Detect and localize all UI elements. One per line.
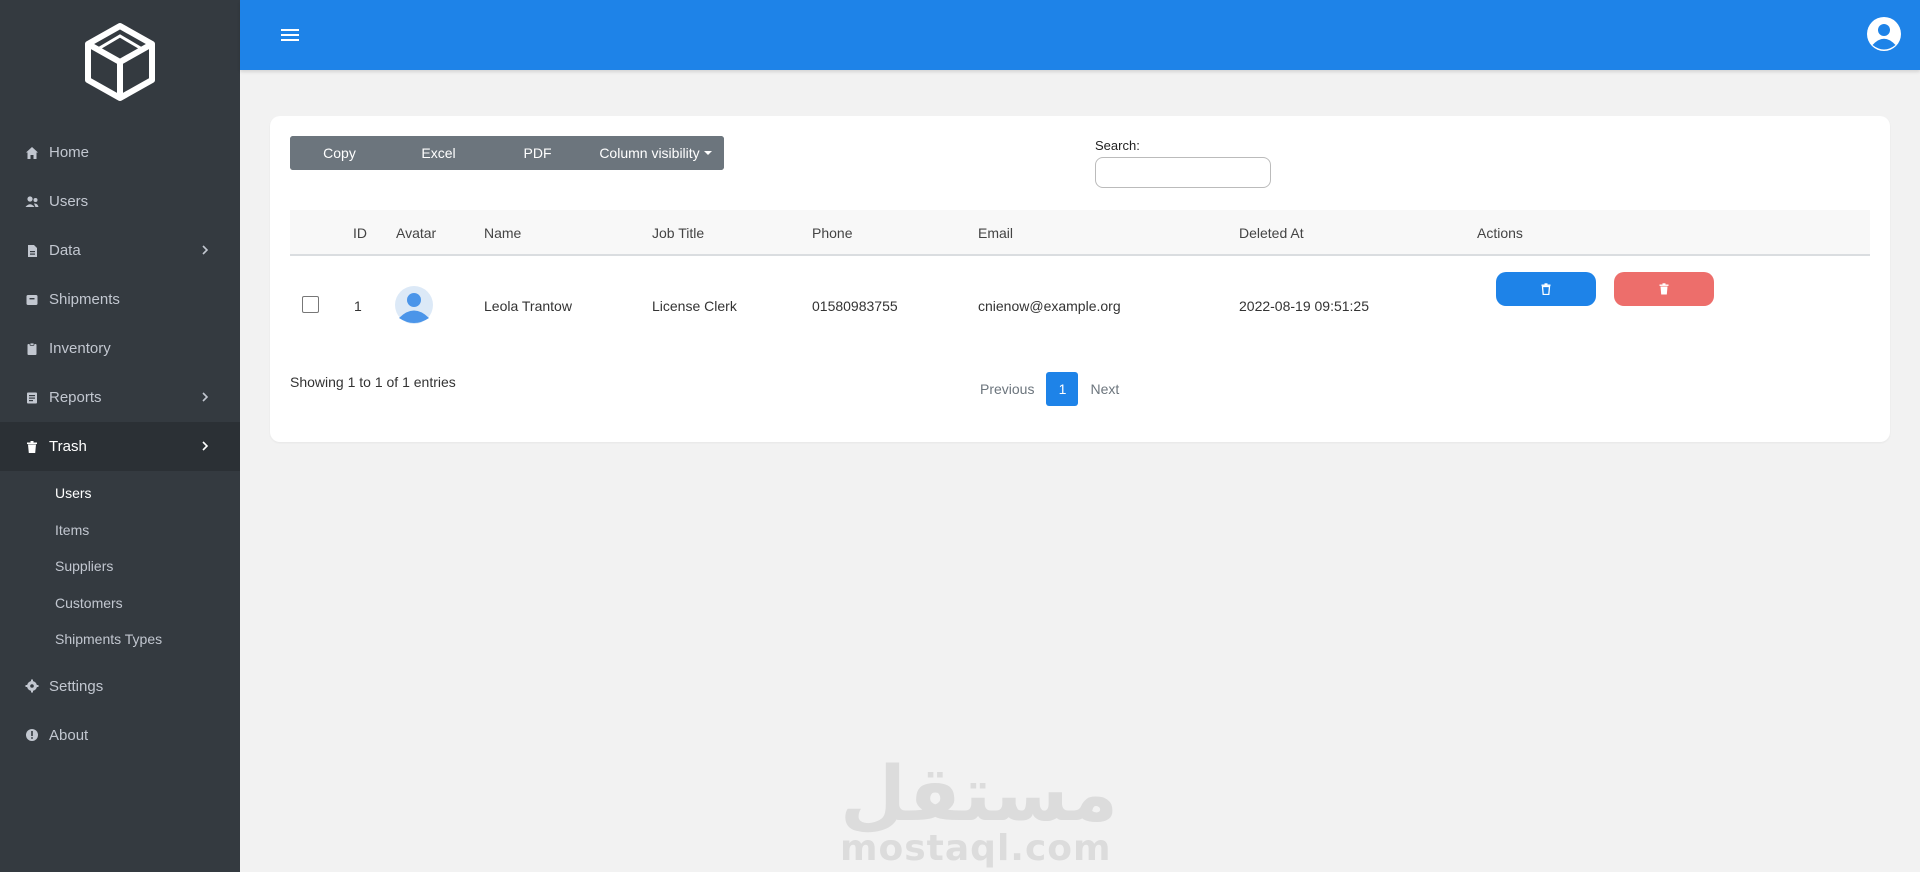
table-row: 1 Leola Trantow License Clerk 0158098375…	[290, 256, 1870, 354]
column-header-email[interactable]: Email	[978, 225, 1013, 241]
data-table: ID Avatar Name Job Title Phone Email Del…	[290, 210, 1870, 354]
report-icon	[25, 391, 39, 405]
delete-icon	[1659, 283, 1669, 295]
hamburger-icon[interactable]	[280, 25, 300, 45]
cell-email: cnienow@example.org	[978, 298, 1121, 314]
pagination: Previous 1 Next	[970, 372, 1129, 406]
sidebar-nav: Home Users Data Shipments Inventory Repo…	[0, 128, 240, 760]
info-icon	[25, 728, 39, 742]
sidebar-item-data[interactable]: Data	[0, 226, 240, 275]
user-avatar-icon[interactable]	[1866, 16, 1902, 52]
sidebar-item-home[interactable]: Home	[0, 128, 240, 177]
copy-button[interactable]: Copy	[290, 136, 389, 170]
row-checkbox[interactable]	[302, 296, 319, 313]
sidebar-item-inventory[interactable]: Inventory	[0, 324, 240, 373]
submenu-item-suppliers[interactable]: Suppliers	[0, 548, 240, 585]
excel-button[interactable]: Excel	[389, 136, 488, 170]
box-icon	[25, 293, 39, 307]
home-icon	[25, 146, 39, 160]
search-input[interactable]	[1095, 157, 1271, 188]
restore-button[interactable]	[1496, 272, 1596, 306]
sidebar-item-users[interactable]: Users	[0, 177, 240, 226]
column-header-id[interactable]: ID	[353, 225, 367, 241]
cell-id: 1	[354, 298, 362, 314]
sidebar-item-label: Settings	[49, 677, 104, 695]
column-header-phone[interactable]: Phone	[812, 225, 852, 241]
column-header-job-title[interactable]: Job Title	[652, 225, 704, 241]
sidebar-item-label: Shipments	[49, 291, 120, 308]
submenu-item-shipments-types[interactable]: Shipments Types	[0, 621, 240, 658]
cube-icon[interactable]	[84, 22, 156, 102]
column-header-deleted-at[interactable]: Deleted At	[1239, 225, 1304, 241]
caret-down-icon	[703, 151, 712, 155]
cell-name: Leola Trantow	[484, 298, 572, 314]
column-header-actions: Actions	[1477, 225, 1523, 241]
column-header-name[interactable]: Name	[484, 225, 521, 241]
sidebar-item-label: Users	[49, 193, 89, 210]
users-icon	[25, 195, 39, 209]
cell-phone: 01580983755	[812, 298, 898, 314]
watermark-arabic: مستقل	[840, 749, 1118, 838]
cell-job-title: License Clerk	[652, 298, 737, 314]
trash-users-card: Copy Excel PDF Column visibility Search:…	[270, 116, 1890, 442]
sidebar-item-shipments[interactable]: Shipments	[0, 275, 240, 324]
user-placeholder-icon	[395, 286, 433, 324]
sidebar-item-about[interactable]: About	[0, 711, 240, 760]
chevron-right-icon	[202, 392, 209, 402]
table-header: ID Avatar Name Job Title Phone Email Del…	[290, 210, 1870, 256]
column-visibility-label: Column visibility	[599, 145, 700, 161]
sidebar-item-label: Inventory	[49, 340, 111, 357]
next-page-button[interactable]: Next	[1080, 381, 1129, 397]
previous-page-button[interactable]: Previous	[970, 381, 1044, 397]
sidebar-item-settings[interactable]: Settings	[0, 662, 240, 711]
sidebar-item-label: Reports	[49, 389, 102, 406]
sidebar-item-label: Trash	[49, 438, 87, 455]
pdf-button[interactable]: PDF	[488, 136, 587, 170]
file-icon	[25, 244, 39, 258]
watermark: مستقل mostaql.com	[840, 749, 1118, 869]
watermark-latin: mostaql.com	[840, 828, 1112, 869]
clipboard-icon	[25, 342, 39, 356]
column-visibility-button[interactable]: Column visibility	[587, 136, 724, 170]
sidebar-item-label: Data	[49, 242, 81, 259]
column-header-avatar[interactable]: Avatar	[396, 225, 436, 241]
export-buttons: Copy Excel PDF Column visibility	[290, 136, 724, 170]
submenu-item-users[interactable]: Users	[0, 475, 240, 512]
cell-deleted-at: 2022-08-19 09:51:25	[1239, 298, 1369, 314]
trash-submenu: Users Items Suppliers Customers Shipment…	[0, 471, 240, 658]
chevron-right-icon	[202, 245, 209, 255]
sidebar-item-label: About	[49, 726, 89, 744]
sidebar-item-reports[interactable]: Reports	[0, 373, 240, 422]
sidebar: Home Users Data Shipments Inventory Repo…	[0, 0, 240, 872]
submenu-item-customers[interactable]: Customers	[0, 585, 240, 622]
sidebar-item-trash[interactable]: Trash	[0, 422, 240, 471]
restore-icon	[1541, 283, 1551, 295]
page-button[interactable]: 1	[1046, 372, 1079, 406]
submenu-item-items[interactable]: Items	[0, 512, 240, 549]
gear-icon	[25, 679, 39, 693]
delete-permanently-button[interactable]	[1614, 272, 1714, 306]
search-label: Search:	[1095, 138, 1140, 153]
chevron-right-icon	[202, 441, 209, 451]
search-box: Search:	[1095, 138, 1271, 188]
topbar	[240, 0, 1920, 70]
sidebar-item-label: Home	[49, 144, 90, 161]
trash-icon	[25, 440, 39, 454]
table-info: Showing 1 to 1 of 1 entries	[290, 374, 456, 390]
